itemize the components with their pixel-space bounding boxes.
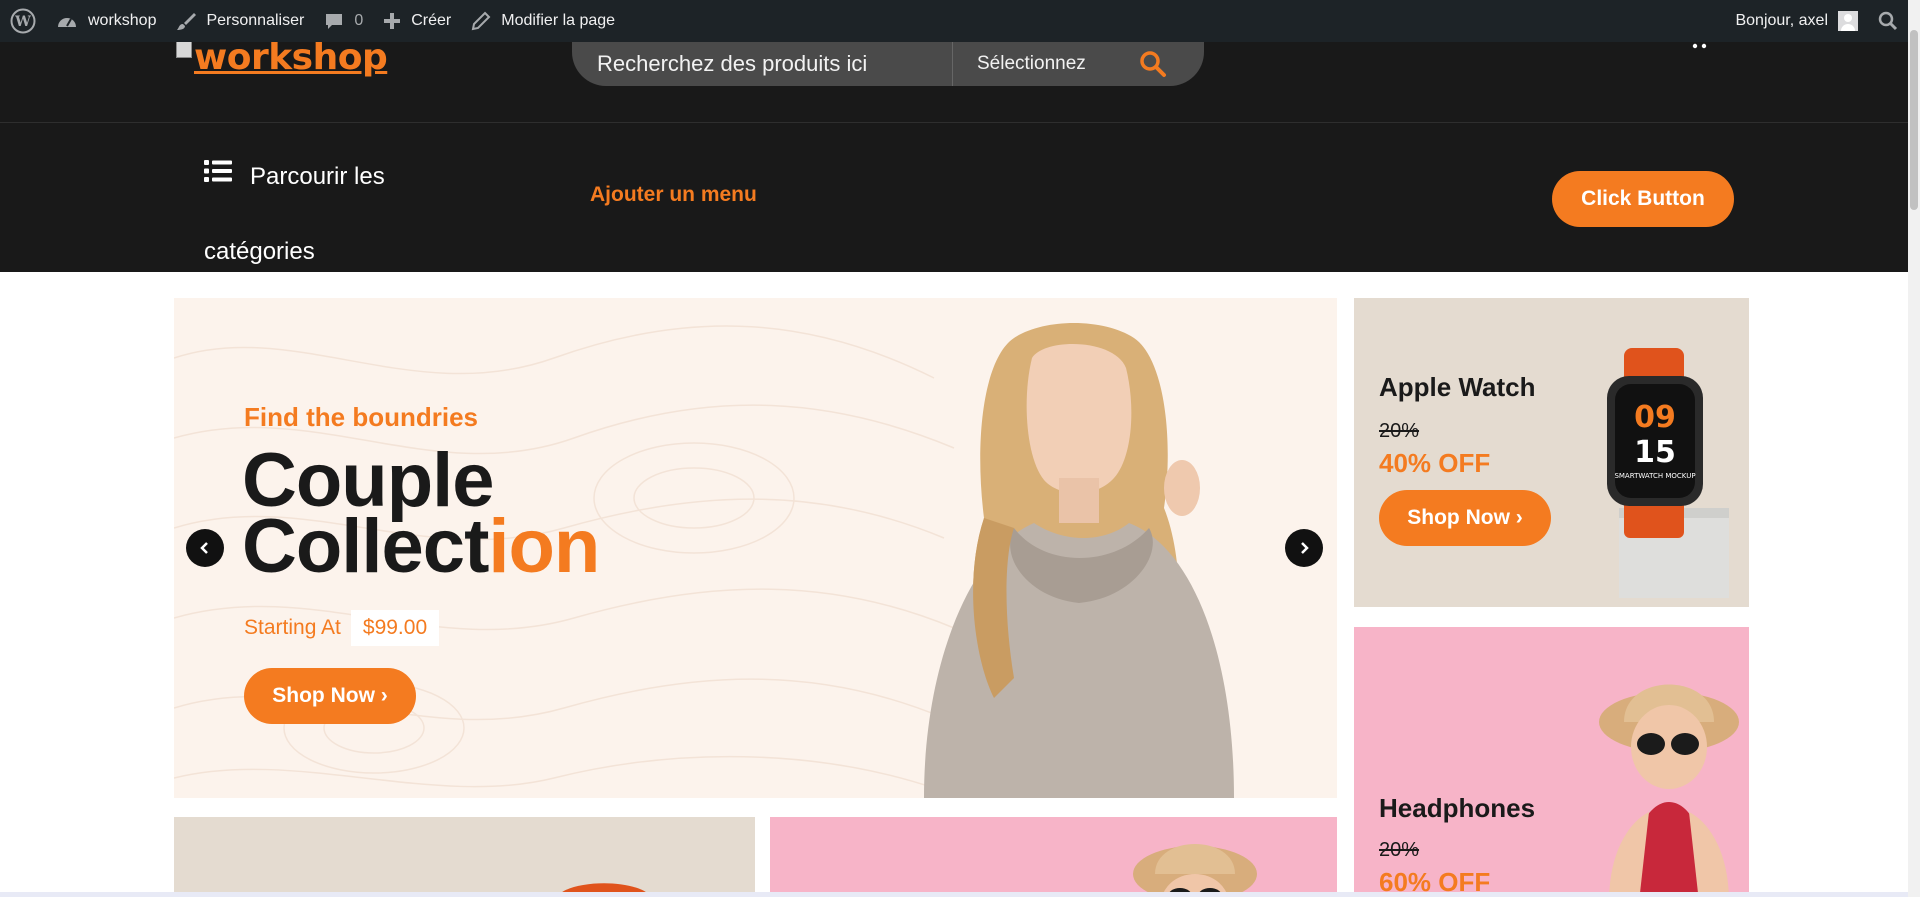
hero-slider: Find the boundries Couple Collection Sta…	[174, 298, 1337, 798]
site-name-label: workshop	[88, 12, 157, 29]
customize-link[interactable]: Personnaliser	[166, 0, 314, 42]
browse-categories-toggle[interactable]: Parcourir les catégories	[204, 139, 454, 289]
click-button[interactable]: Click Button	[1552, 171, 1734, 227]
search-submit-button[interactable]	[1133, 44, 1173, 84]
girl-hat-photo	[1599, 684, 1739, 897]
pencil-icon	[471, 11, 491, 31]
starting-label: Starting At	[244, 616, 341, 639]
banner-old-discount: 20%	[1379, 839, 1420, 861]
category-select[interactable]: Sélectionnez	[977, 53, 1087, 75]
slider-prev-button[interactable]	[186, 529, 224, 567]
greeting-label: Bonjour, axel	[1735, 12, 1828, 29]
hero-title: Couple Collection	[242, 443, 600, 585]
new-label: Créer	[411, 12, 452, 29]
edit-page-link[interactable]: Modifier la page	[461, 0, 625, 42]
smartwatch-photo: 09 15 SMARTWATCH MOCKUP	[1607, 348, 1729, 598]
banner-old-discount: 20%	[1379, 420, 1420, 442]
hero-kicker: Find the boundries	[244, 402, 478, 432]
banner-title: Headphones	[1379, 793, 1536, 823]
dashboard-icon	[58, 18, 76, 27]
brush-icon	[177, 13, 197, 30]
wordpress-icon: W	[10, 8, 36, 34]
watch-hour: 09	[1634, 400, 1676, 435]
watch-minute: 15	[1634, 435, 1676, 470]
chevron-right-icon	[1301, 542, 1309, 554]
horizontal-scroll-track	[0, 892, 1908, 897]
search-icon	[1140, 51, 1166, 77]
model-photo	[924, 323, 1234, 798]
price-badge: $99.00	[350, 610, 440, 646]
slider-next-button[interactable]	[1285, 529, 1323, 567]
apple-watch-banner[interactable]: Apple Watch 20% 40% OFF Shop Now › 09 15…	[1354, 298, 1749, 607]
hero-title-dark: Collect	[242, 504, 489, 589]
chevron-left-icon	[200, 542, 208, 554]
list-icon	[204, 137, 232, 212]
logo-text: workshop	[194, 37, 388, 78]
watch-caption: SMARTWATCH MOCKUP	[1614, 472, 1695, 480]
vertical-scrollbar[interactable]	[1908, 0, 1920, 897]
bottom-banner-left[interactable]	[174, 817, 755, 897]
comments-count: 0	[354, 12, 364, 29]
svg-text:W: W	[14, 14, 31, 30]
new-content-menu[interactable]: Créer	[373, 0, 461, 42]
search-input[interactable]	[572, 42, 952, 86]
hero-title-line2: Collection	[242, 509, 600, 585]
wp-logo-menu[interactable]: W	[0, 0, 46, 42]
banner-title: Apple Watch	[1379, 372, 1536, 402]
comments-link[interactable]: 0	[314, 0, 373, 42]
add-menu-link[interactable]: Ajouter un menu	[590, 183, 757, 207]
main-navigation: Parcourir les catégories Ajouter un menu…	[0, 122, 1908, 272]
my-account-menu[interactable]: Bonjour, axel	[1725, 0, 1868, 42]
girl-hat-photo	[1133, 844, 1257, 897]
banner-shop-now-button[interactable]: Shop Now ›	[1379, 490, 1551, 546]
scrollbar-thumb[interactable]	[1910, 30, 1918, 210]
bottom-banner-right[interactable]	[770, 817, 1337, 897]
hero-starting-price: Starting At $99.00	[244, 610, 440, 646]
hero-title-accent: ion	[488, 504, 600, 589]
search-divider	[952, 42, 953, 86]
admin-bar: W workshop Personnaliser 0 Créer Modifie…	[0, 0, 1908, 42]
site-header: workshop Sélectionnez	[0, 37, 1908, 122]
admin-search-button[interactable]	[1868, 0, 1908, 42]
headphones-banner[interactable]: Headphones 20% 60% OFF	[1354, 627, 1749, 897]
banner-discount: 40% OFF	[1379, 448, 1491, 478]
edit-page-label: Modifier la page	[501, 12, 616, 29]
user-icon	[1838, 11, 1858, 31]
site-name-menu[interactable]: workshop	[46, 0, 166, 42]
search-icon	[1878, 11, 1898, 31]
hero-shop-now-button[interactable]: Shop Now ›	[244, 668, 416, 724]
comment-icon	[326, 14, 343, 29]
product-search-bar: Sélectionnez	[572, 42, 1204, 86]
customize-label: Personnaliser	[206, 12, 305, 29]
plus-icon	[384, 13, 401, 29]
